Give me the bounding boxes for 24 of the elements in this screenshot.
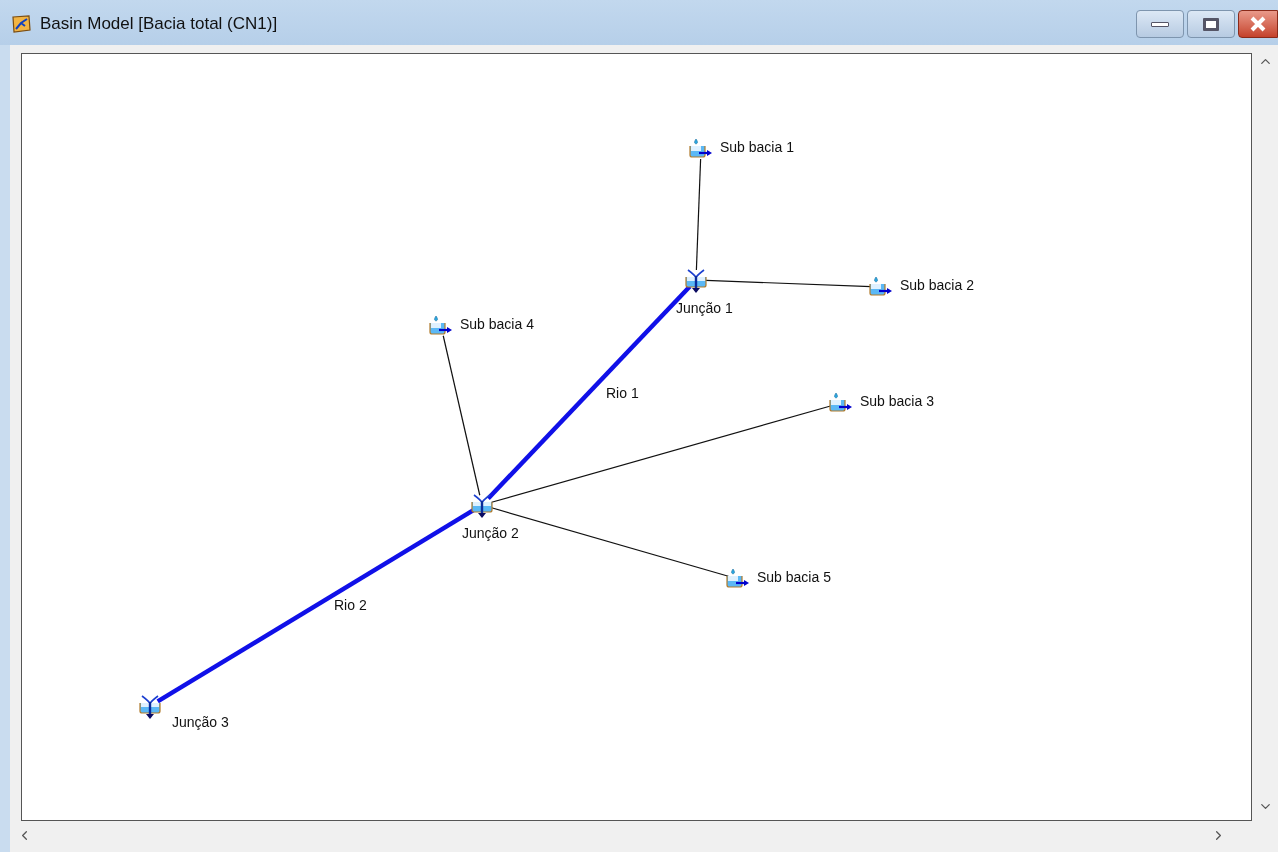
window-title: Basin Model [Bacia total (CN1)] <box>40 14 278 34</box>
app-icon <box>10 14 32 34</box>
subbasin-icon[interactable] <box>689 137 713 161</box>
node-label: Sub bacia 3 <box>860 393 934 409</box>
node-label: Sub bacia 2 <box>900 277 974 293</box>
reach-label: Rio 1 <box>606 385 639 401</box>
subbasin-icon[interactable] <box>429 314 453 338</box>
reach-label: Rio 2 <box>334 597 367 613</box>
junction-icon[interactable] <box>470 493 494 519</box>
node-label: Sub bacia 1 <box>720 139 794 155</box>
maximize-button[interactable] <box>1187 10 1235 38</box>
junction-icon[interactable] <box>684 268 708 294</box>
node-label: Sub bacia 5 <box>757 569 831 585</box>
node-label: Junção 2 <box>462 525 519 541</box>
node-label: Sub bacia 4 <box>460 316 534 332</box>
node-label: Junção 3 <box>172 714 229 730</box>
minimize-button[interactable] <box>1136 10 1184 38</box>
subbasin-icon[interactable] <box>726 567 750 591</box>
subbasin-icon[interactable] <box>829 391 853 415</box>
node-label: Junção 1 <box>676 300 733 316</box>
junction-icon[interactable] <box>138 694 162 720</box>
subbasin-icon[interactable] <box>869 275 893 299</box>
close-icon <box>1248 16 1268 32</box>
close-button[interactable] <box>1238 10 1278 38</box>
